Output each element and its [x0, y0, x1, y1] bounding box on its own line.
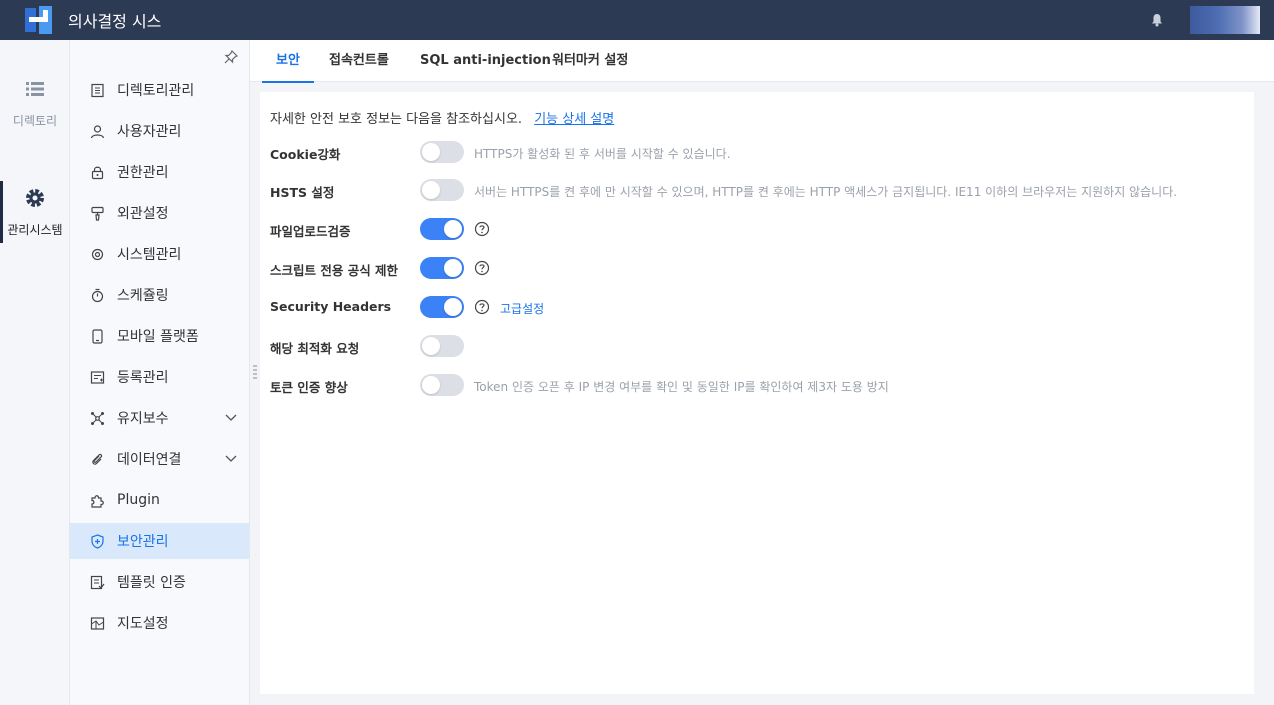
setting-label: 파일업로드검증	[270, 224, 351, 239]
sidebar-item-security[interactable]: 보안관리	[70, 523, 249, 559]
sidebar-item-label: 디렉토리관리	[117, 83, 195, 99]
shield-icon	[91, 533, 104, 549]
setting-row-security-headers: Security Headers 고급설정	[270, 295, 1250, 319]
sidebar-item-users[interactable]: 사용자관리	[70, 113, 249, 149]
sidebar-item-permissions[interactable]: 권한관리	[70, 154, 249, 190]
sidebar-item-label: 템플릿 인증	[117, 575, 186, 591]
app-title: 의사결정 시스	[68, 12, 162, 31]
setting-row-cookie: Cookie강화 HTTPS가 활성화 된 후 서버를 시작할 수 있습니다.	[270, 140, 1250, 164]
gear-icon	[26, 189, 44, 207]
cookie-hardening-toggle[interactable]	[420, 141, 464, 163]
help-icon[interactable]	[474, 299, 490, 315]
sidebar-item-label: 권한관리	[117, 165, 169, 181]
top-bar: 의사결정 시스	[0, 0, 1274, 40]
feature-detail-link[interactable]: 기능 상세 설명	[534, 112, 614, 127]
map-icon	[90, 616, 105, 630]
timer-icon	[91, 288, 104, 302]
sidebar-item-mobile[interactable]: 모바일 플랫폼	[70, 318, 249, 354]
advanced-settings-link[interactable]: 고급설정	[500, 300, 544, 317]
info-line: 자세한 안전 보호 정보는 다음을 참조하십시오. 기능 상세 설명	[270, 108, 614, 127]
mobile-icon	[92, 328, 103, 344]
sidebar-item-directory[interactable]: 디렉토리관리	[70, 72, 249, 108]
pin-icon[interactable]	[224, 49, 239, 64]
file-upload-validation-toggle[interactable]	[420, 218, 464, 240]
sidebar-item-scheduling[interactable]: 스케쥴링	[70, 277, 249, 313]
security-settings-panel: 자세한 안전 보호 정보는 다음을 참조하십시오. 기능 상세 설명 Cooki…	[260, 92, 1254, 694]
sidebar-item-system[interactable]: 시스템관리	[70, 236, 249, 272]
gear-icon	[91, 248, 104, 260]
sidebar-item-registration[interactable]: 등록관리	[70, 359, 249, 395]
register-icon	[90, 370, 105, 384]
module-rail: 디렉토리 관리시스템	[0, 40, 70, 705]
setting-description: 서버는 HTTPS를 켠 후에 만 시작할 수 있으며, HTTP를 켠 후에는…	[474, 185, 1178, 199]
tab-access-control[interactable]: 접속컨트롤	[329, 40, 389, 82]
sidebar-item-appearance[interactable]: 외관설정	[70, 195, 249, 231]
sidebar-item-maintenance[interactable]: 유지보수	[70, 400, 249, 436]
sidebar-item-label: Plugin	[117, 492, 160, 508]
tab-sql-anti-injection[interactable]: SQL anti-injection	[420, 40, 551, 82]
sidebar-resize-handle[interactable]	[253, 364, 257, 380]
sidebar-item-label: 등록관리	[117, 370, 169, 386]
setting-row-script-restriction: 스크립트 전용 공식 제한	[270, 256, 1250, 280]
directory-icon	[91, 83, 104, 97]
setting-label: Cookie강화	[270, 147, 341, 162]
brush-icon	[91, 206, 104, 221]
sidebar-item-label: 지도설정	[117, 616, 169, 632]
user-icon	[90, 124, 105, 138]
tab-bar: 보안 접속컨트롤 SQL anti-injection 워터마커 설정	[250, 40, 1274, 83]
sidebar-item-template-auth[interactable]: 템플릿 인증	[70, 564, 249, 600]
setting-label: 스크립트 전용 공식 제한	[270, 263, 399, 278]
setting-description: Token 인증 오픈 후 IP 변경 여부를 확인 및 동일한 IP를 확인하…	[474, 380, 889, 394]
tab-security[interactable]: 보안	[262, 40, 314, 83]
rail-item-label: 디렉토리	[12, 114, 58, 128]
tab-watermark-settings[interactable]: 워터마커 설정	[552, 40, 628, 82]
sidebar-nav: 디렉토리관리 사용자관리 권한관리 외관설정 시스템관리 스케쥴링 모바일 플랫…	[70, 72, 249, 646]
setting-label: 해당 최적화 요청	[270, 341, 360, 356]
sidebar: 디렉토리관리 사용자관리 권한관리 외관설정 시스템관리 스케쥴링 모바일 플랫…	[70, 40, 250, 705]
sidebar-item-label: 유지보수	[117, 411, 169, 427]
lock-icon	[91, 166, 104, 179]
setting-label: 토큰 인증 향상	[270, 380, 348, 395]
user-avatar[interactable]	[1190, 6, 1260, 34]
sidebar-item-label: 스케쥴링	[117, 288, 169, 304]
sidebar-item-plugin[interactable]: Plugin	[70, 482, 249, 518]
list-icon	[26, 82, 44, 96]
chevron-down-icon[interactable]	[225, 413, 237, 423]
sidebar-item-data-connection[interactable]: 데이터연결	[70, 441, 249, 477]
template-icon	[90, 575, 105, 589]
script-formula-restriction-toggle[interactable]	[420, 257, 464, 279]
bell-icon[interactable]	[1149, 12, 1165, 28]
help-icon[interactable]	[474, 260, 490, 276]
link-icon	[92, 453, 103, 465]
sidebar-item-label: 모바일 플랫폼	[117, 329, 199, 345]
rail-item-directory[interactable]: 디렉토리	[0, 78, 70, 129]
network-icon	[91, 411, 104, 425]
help-icon[interactable]	[474, 221, 490, 237]
request-optimization-toggle[interactable]	[420, 335, 464, 357]
sidebar-item-label: 데이터연결	[117, 452, 182, 468]
setting-row-file-upload: 파일업로드검증	[270, 217, 1250, 241]
security-headers-toggle[interactable]	[420, 296, 464, 318]
setting-row-hsts: HSTS 설정 서버는 HTTPS를 켠 후에 만 시작할 수 있으며, HTT…	[270, 178, 1250, 202]
setting-label: Security Headers	[270, 299, 392, 314]
sidebar-item-label: 시스템관리	[117, 247, 182, 263]
sidebar-item-label: 외관설정	[117, 206, 169, 222]
info-text: 자세한 안전 보호 정보는 다음을 참조하십시오.	[270, 112, 523, 127]
token-auth-toggle[interactable]	[420, 374, 464, 396]
setting-label: HSTS 설정	[270, 185, 335, 200]
sidebar-item-label: 사용자관리	[117, 124, 182, 140]
setting-row-request-optimization: 해당 최적화 요청	[270, 334, 1250, 358]
setting-description: HTTPS가 활성화 된 후 서버를 시작할 수 있습니다.	[474, 147, 731, 161]
hsts-toggle[interactable]	[420, 179, 464, 201]
chevron-down-icon[interactable]	[225, 454, 237, 464]
sidebar-item-map-settings[interactable]: 지도설정	[70, 605, 249, 641]
rail-item-management[interactable]: 관리시스템	[0, 181, 70, 243]
sidebar-item-label: 보안관리	[117, 534, 169, 550]
puzzle-icon	[91, 494, 104, 508]
app-logo-icon[interactable]	[24, 5, 54, 35]
rail-item-label: 관리시스템	[7, 223, 63, 237]
setting-row-token-auth: 토큰 인증 향상 Token 인증 오픈 후 IP 변경 여부를 확인 및 동일…	[270, 373, 1250, 397]
